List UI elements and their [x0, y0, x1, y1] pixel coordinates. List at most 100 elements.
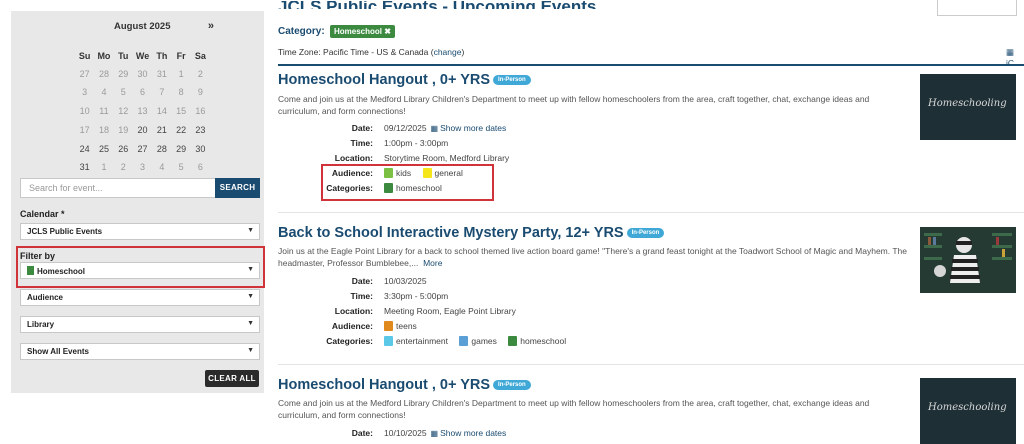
calendar-day[interactable]: 4 [94, 87, 113, 97]
calendar-day[interactable]: 23 [191, 125, 210, 135]
event-title-text[interactable]: Homeschool Hangout , 0+ YRS [278, 377, 490, 393]
event-thumbnail[interactable] [920, 227, 1016, 293]
calendar-day[interactable]: 4 [152, 162, 171, 172]
calendar-day[interactable]: 3 [75, 87, 94, 97]
event-title-text[interactable]: Homeschool Hangout , 0+ YRS [278, 72, 490, 88]
more-link[interactable]: More [423, 258, 442, 268]
calendar-day[interactable]: 6 [133, 87, 152, 97]
highlight-box [16, 246, 265, 288]
calendar-day[interactable]: 31 [152, 69, 171, 79]
show-more-dates-link[interactable]: Show more dates [440, 428, 506, 438]
calendar-day[interactable]: 29 [171, 144, 190, 154]
calendar-day[interactable]: 3 [133, 162, 152, 172]
calendar-day[interactable]: 24 [75, 144, 94, 154]
calendar-day[interactable]: 2 [114, 162, 133, 172]
show-more-dates-link[interactable]: Show more dates [440, 123, 506, 133]
event-time: 3:30pm - 5:00pm [384, 291, 449, 301]
calendar-day[interactable]: 25 [94, 144, 113, 154]
event-location: Storytime Room, Medford Library [384, 153, 510, 163]
calendar-day[interactable]: 11 [94, 106, 113, 116]
calendar-day[interactable]: 1 [94, 162, 113, 172]
calendar-day[interactable]: 20 [133, 125, 152, 135]
weekday-label: We [135, 51, 150, 61]
calendar-icon: ▦ [430, 429, 439, 438]
event-date: 09/12/2025 ▦ Show more dates [384, 123, 506, 133]
calendar-day[interactable]: 7 [152, 87, 171, 97]
event-title[interactable]: Homeschool Hangout , 0+ YRS In-Person [278, 72, 531, 88]
view-toggle-buttons[interactable] [937, 0, 1017, 16]
next-month-button[interactable]: » [208, 20, 214, 32]
calendar-day[interactable]: 28 [94, 69, 113, 79]
calendar-day[interactable]: 31 [75, 162, 94, 172]
time-label: Time: [350, 138, 373, 148]
calendar-day[interactable]: 8 [171, 87, 190, 97]
sidebar: August 2025 » Su Mo Tu We Th Fr Sa 27 28 29 30 31 1 2… [11, 11, 265, 393]
calendar-day[interactable]: 19 [114, 125, 133, 135]
calendar-day[interactable]: 10 [75, 106, 94, 116]
search-button[interactable]: SEARCH [215, 178, 260, 198]
calendar-day[interactable]: 16 [191, 106, 210, 116]
event-title[interactable]: Back to School Interactive Mystery Party… [278, 225, 665, 241]
category-tag[interactable]: entertainment [384, 336, 448, 346]
event-title-text[interactable]: Back to School Interactive Mystery Party… [278, 225, 624, 241]
calendar-label: Calendar * [20, 209, 65, 219]
calendar-week-row: 10 11 12 13 14 15 16 [75, 106, 210, 116]
calendar-day[interactable]: 12 [114, 106, 133, 116]
audience-swatch [384, 321, 393, 331]
calendar-day[interactable]: 18 [94, 125, 113, 135]
close-icon[interactable]: ✖ [384, 27, 391, 36]
calendar-day[interactable]: 9 [191, 87, 210, 97]
in-person-badge: In-Person [493, 380, 531, 390]
calendar-day[interactable]: 6 [191, 162, 210, 172]
date-value: 10/10/2025 [384, 428, 427, 438]
calendar-day[interactable]: 29 [114, 69, 133, 79]
change-timezone-link[interactable]: change [434, 47, 462, 57]
clear-all-button[interactable]: CLEAR ALL [205, 370, 259, 387]
calendar-week-row: 3456789 [75, 87, 210, 97]
calendar-day[interactable]: 14 [152, 106, 171, 116]
thumbnail-text: Homeschooling [928, 402, 1007, 413]
page-title: JCLS Public Events - Upcoming Events [278, 1, 596, 9]
calendar-day[interactable]: 15 [171, 106, 190, 116]
event-thumbnail[interactable]: Homeschooling [920, 74, 1016, 140]
event-thumbnail[interactable]: Homeschooling [920, 378, 1016, 444]
category-tag-label: homeschool [520, 336, 567, 346]
timezone-text: Time Zone: Pacific Time - US & Canada ( [278, 47, 434, 57]
calendar-day[interactable]: 26 [114, 144, 133, 154]
audience-tag[interactable]: teens [384, 321, 417, 331]
calendar-day[interactable]: 30 [133, 69, 152, 79]
event-title[interactable]: Homeschool Hangout , 0+ YRS In-Person [278, 377, 531, 393]
calendar-day[interactable]: 30 [191, 144, 210, 154]
calendar-week-row: 31 1 2 3 4 5 6 [75, 162, 210, 172]
weekday-label: Fr [176, 51, 186, 61]
show-events-select-value: Show All Events [27, 347, 89, 356]
calendar-day[interactable]: 13 [133, 106, 152, 116]
show-events-select[interactable]: Show All Events ▼ [20, 343, 260, 360]
calendar-day[interactable]: 5 [114, 87, 133, 97]
category-tag[interactable]: homeschool [508, 336, 566, 346]
caret-down-icon: ▼ [247, 347, 254, 354]
calendar-day[interactable]: 27 [75, 69, 94, 79]
library-select[interactable]: Library ▼ [20, 316, 260, 333]
calendar-day[interactable]: 1 [171, 69, 190, 79]
in-person-badge: In-Person [493, 75, 531, 85]
calendar-day[interactable]: 27 [133, 144, 152, 154]
calendar-day[interactable]: 2 [191, 69, 210, 79]
calendar-day[interactable]: 21 [152, 125, 171, 135]
calendar-day[interactable]: 5 [171, 162, 190, 172]
weekday-label: Sa [194, 51, 206, 61]
calendar-weekday-row: Su Mo Tu We Th Fr Sa [75, 51, 210, 61]
search-input[interactable]: Search for event... [20, 178, 216, 198]
calendar-day[interactable]: 17 [75, 125, 94, 135]
calendar-header: August 2025 » [75, 20, 223, 35]
calendar-day[interactable]: 22 [171, 125, 190, 135]
calendar-day[interactable]: 28 [152, 144, 171, 154]
audience-select[interactable]: Audience ▼ [20, 289, 260, 306]
calendar-select[interactable]: JCLS Public Events ▼ [20, 223, 260, 240]
weekday-label: Mo [97, 51, 111, 61]
weekday-label: Su [78, 51, 91, 61]
event-description: Come and join us at the Medford Library … [278, 94, 870, 116]
category-tag[interactable]: games [459, 336, 497, 346]
category-badge[interactable]: Homeschool ✖ [330, 25, 395, 38]
event-separator [278, 364, 1024, 365]
